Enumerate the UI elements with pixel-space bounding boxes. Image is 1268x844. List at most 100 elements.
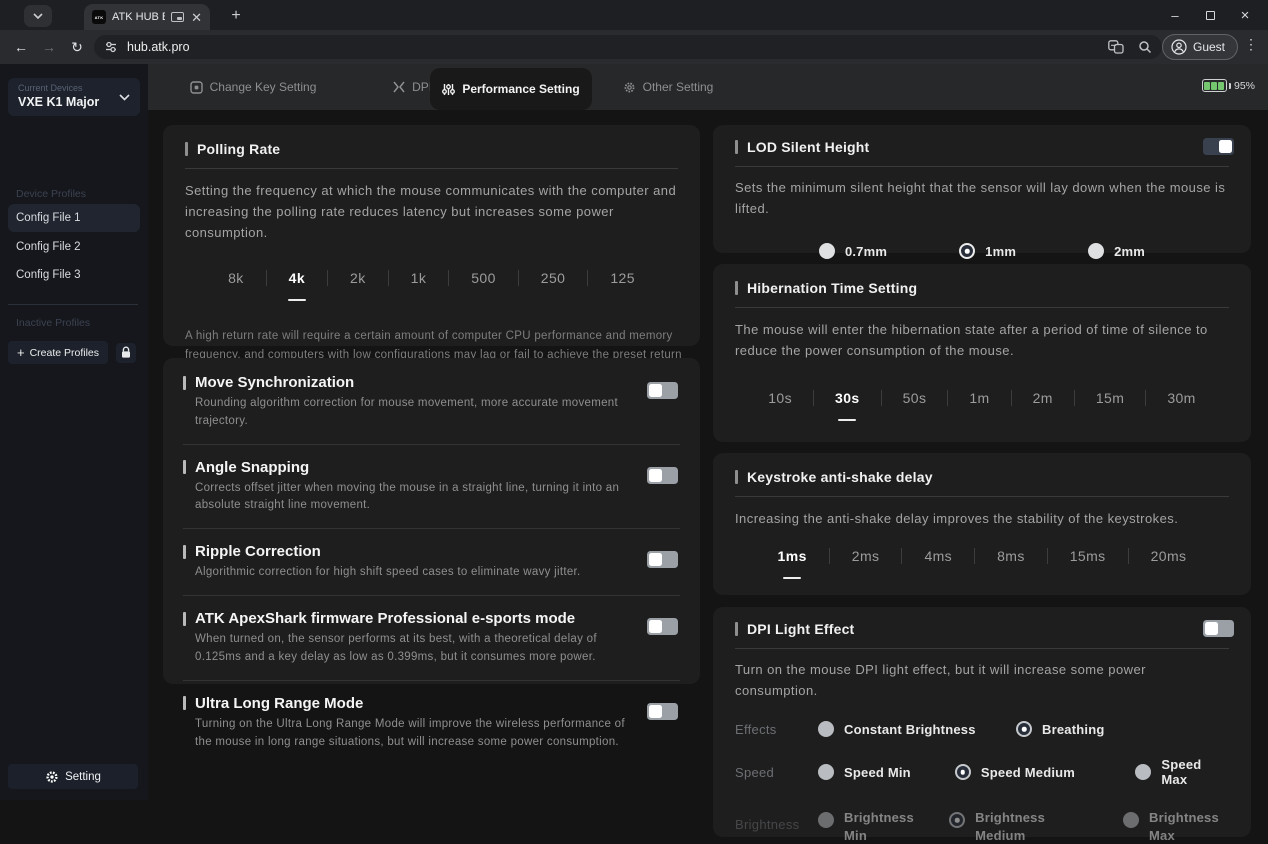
lod-toggle[interactable]: [1203, 138, 1234, 155]
tab-change-key-setting[interactable]: Change Key Setting: [173, 64, 333, 110]
sidebar-item-config-file-3[interactable]: Config File 3: [8, 262, 140, 288]
radio-label: Brightness Min: [844, 810, 914, 843]
lock-icon: [122, 346, 130, 358]
speed-option-min[interactable]: Speed Min: [818, 764, 955, 781]
hibernation-option-30m[interactable]: 30m: [1145, 390, 1216, 407]
divider: [735, 166, 1229, 167]
polling-option-500[interactable]: 500: [448, 270, 518, 287]
tab-label: Change Key Setting: [209, 80, 317, 94]
hibernation-option-15m[interactable]: 15m: [1073, 390, 1145, 407]
accent-bar: [183, 460, 186, 475]
reload-button[interactable]: ↻: [66, 37, 88, 57]
speed-label: Speed: [735, 764, 775, 780]
esports-mode-toggle[interactable]: [647, 618, 678, 636]
create-profiles-button[interactable]: + Create Profiles: [8, 341, 108, 364]
keystroke-description: Increasing the anti-shake delay improves…: [735, 511, 1179, 526]
effects-option-constant-brightness[interactable]: Constant Brightness: [818, 721, 1016, 738]
hibernation-option-50s[interactable]: 50s: [880, 390, 948, 407]
window-close-button[interactable]: ×: [1228, 0, 1262, 30]
radio-selected-icon: [1016, 721, 1032, 738]
browser-tab[interactable]: ATK ATK HUB Beta ✕: [84, 4, 210, 30]
tab-title: ATK HUB Beta: [112, 11, 165, 23]
speed-option-medium[interactable]: Speed Medium: [954, 764, 1111, 781]
keystroke-option-4ms[interactable]: 4ms: [901, 548, 974, 565]
browser-menu-button[interactable]: ⋮: [1242, 36, 1260, 53]
effects-option-breathing[interactable]: Breathing: [1016, 721, 1104, 738]
back-button[interactable]: ←: [10, 37, 32, 57]
keystroke-option-20ms[interactable]: 20ms: [1127, 548, 1209, 565]
ripple-correction-toggle[interactable]: [647, 551, 678, 569]
brightness-option-min[interactable]: Brightness Min: [818, 809, 949, 844]
accent-bar: [183, 696, 186, 711]
ultra-long-range-toggle[interactable]: [647, 702, 678, 720]
angle-snapping-toggle[interactable]: [647, 466, 678, 484]
forward-button[interactable]: →: [38, 37, 60, 57]
polling-option-8k[interactable]: 8k: [206, 270, 266, 286]
hibernation-title: Hibernation Time Setting: [747, 280, 918, 296]
dpi-light-toggle[interactable]: [1203, 620, 1234, 637]
polling-option-4k[interactable]: 4k: [265, 270, 327, 287]
switch-row-esports-mode: ATK ApexShark firmware Professional e-sp…: [183, 595, 680, 680]
atk-favicon: ATK: [92, 10, 106, 24]
radio-selected-icon: [949, 812, 966, 829]
address-bar[interactable]: hub.atk.pro: [94, 35, 1162, 59]
tab-performance-setting[interactable]: Performance Setting: [430, 68, 592, 110]
keycap-icon: [189, 80, 203, 94]
polling-option-250[interactable]: 250: [517, 270, 588, 287]
lod-option-2mm[interactable]: 2mm: [1088, 243, 1145, 260]
polling-option-1k[interactable]: 1k: [387, 270, 449, 287]
profile-button[interactable]: Guest: [1161, 34, 1238, 60]
lock-button[interactable]: [116, 342, 136, 363]
brightness-option-max[interactable]: Brightness Max: [1123, 809, 1229, 844]
battery-indicator: 95%: [1201, 79, 1255, 92]
accent-bar: [183, 611, 186, 626]
tab-preview-icon[interactable]: [171, 12, 185, 22]
hibernation-description: The mouse will enter the hibernation sta…: [735, 322, 1208, 359]
keystroke-option-1ms[interactable]: 1ms: [756, 548, 829, 564]
keystroke-card: Keystroke anti-shake delay Increasing th…: [713, 453, 1251, 595]
lod-option-1mm[interactable]: 1mm: [959, 243, 1016, 260]
ripple-correction-title: Ripple Correction: [195, 543, 321, 561]
window-maximize-button[interactable]: [1193, 0, 1227, 30]
battery-percent: 95%: [1233, 79, 1255, 92]
radio-icon: [1135, 764, 1152, 781]
settings-tabstrip: Change Key Setting DPI Setting Performan…: [148, 64, 1268, 110]
speed-option-max[interactable]: Speed Max: [1135, 757, 1229, 787]
translate-icon[interactable]: [1108, 40, 1124, 54]
lod-option-07mm[interactable]: 0.7mm: [818, 243, 887, 260]
keystroke-option-15ms[interactable]: 15ms: [1046, 548, 1128, 565]
sliders-icon: [442, 83, 456, 95]
setting-button[interactable]: Setting: [8, 764, 138, 789]
hibernation-option-2m[interactable]: 2m: [1010, 390, 1074, 407]
sidebar-item-config-file-2[interactable]: Config File 2: [8, 234, 140, 260]
switch-row-angle-snapping: Angle Snapping Corrects offset jitter wh…: [183, 443, 680, 529]
accent-bar: [735, 622, 738, 636]
new-tab-button[interactable]: +: [224, 4, 248, 28]
device-profiles-heading: Device Profiles: [16, 188, 87, 200]
main-panel: Change Key Setting DPI Setting Performan…: [148, 64, 1268, 843]
device-selector[interactable]: Current Devices VXE K1 Major: [8, 78, 140, 116]
hibernation-option-10s[interactable]: 10s: [747, 390, 813, 406]
tab-search-button[interactable]: [24, 5, 52, 27]
switch-row-ultra-long-range: Ultra Long Range Mode Turning on the Ult…: [183, 679, 680, 765]
brightness-option-medium[interactable]: Brightness Medium: [949, 809, 1099, 844]
ultra-long-range-description: Turning on the Ultra Long Range Mode wil…: [195, 717, 625, 748]
hibernation-option-1m[interactable]: 1m: [947, 390, 1010, 407]
hibernation-option-30s[interactable]: 30s: [813, 390, 881, 407]
plus-icon: +: [16, 345, 25, 360]
tab-other-setting[interactable]: Other Setting: [603, 64, 733, 110]
window-minimize-button[interactable]: –: [1158, 0, 1192, 30]
move-sync-toggle[interactable]: [647, 382, 678, 399]
polling-option-125[interactable]: 125: [587, 270, 657, 287]
keystroke-option-2ms[interactable]: 2ms: [828, 548, 902, 565]
inactive-profiles-heading: Inactive Profiles: [16, 317, 91, 329]
keystroke-option-8ms[interactable]: 8ms: [974, 548, 1047, 565]
switch-row-move-synchronization: Move Synchronization Rounding algorithm …: [183, 360, 680, 444]
tab-close-icon[interactable]: ✕: [191, 11, 202, 24]
search-icon[interactable]: [1138, 40, 1152, 54]
profile-list: Config File 1 Config File 2 Config File …: [8, 204, 140, 289]
ripple-correction-description: Algorithmic correction for high shift sp…: [195, 566, 581, 579]
polling-option-2k[interactable]: 2k: [327, 270, 388, 287]
site-settings-icon[interactable]: [104, 40, 118, 54]
sidebar-item-config-file-1[interactable]: Config File 1: [8, 204, 140, 232]
